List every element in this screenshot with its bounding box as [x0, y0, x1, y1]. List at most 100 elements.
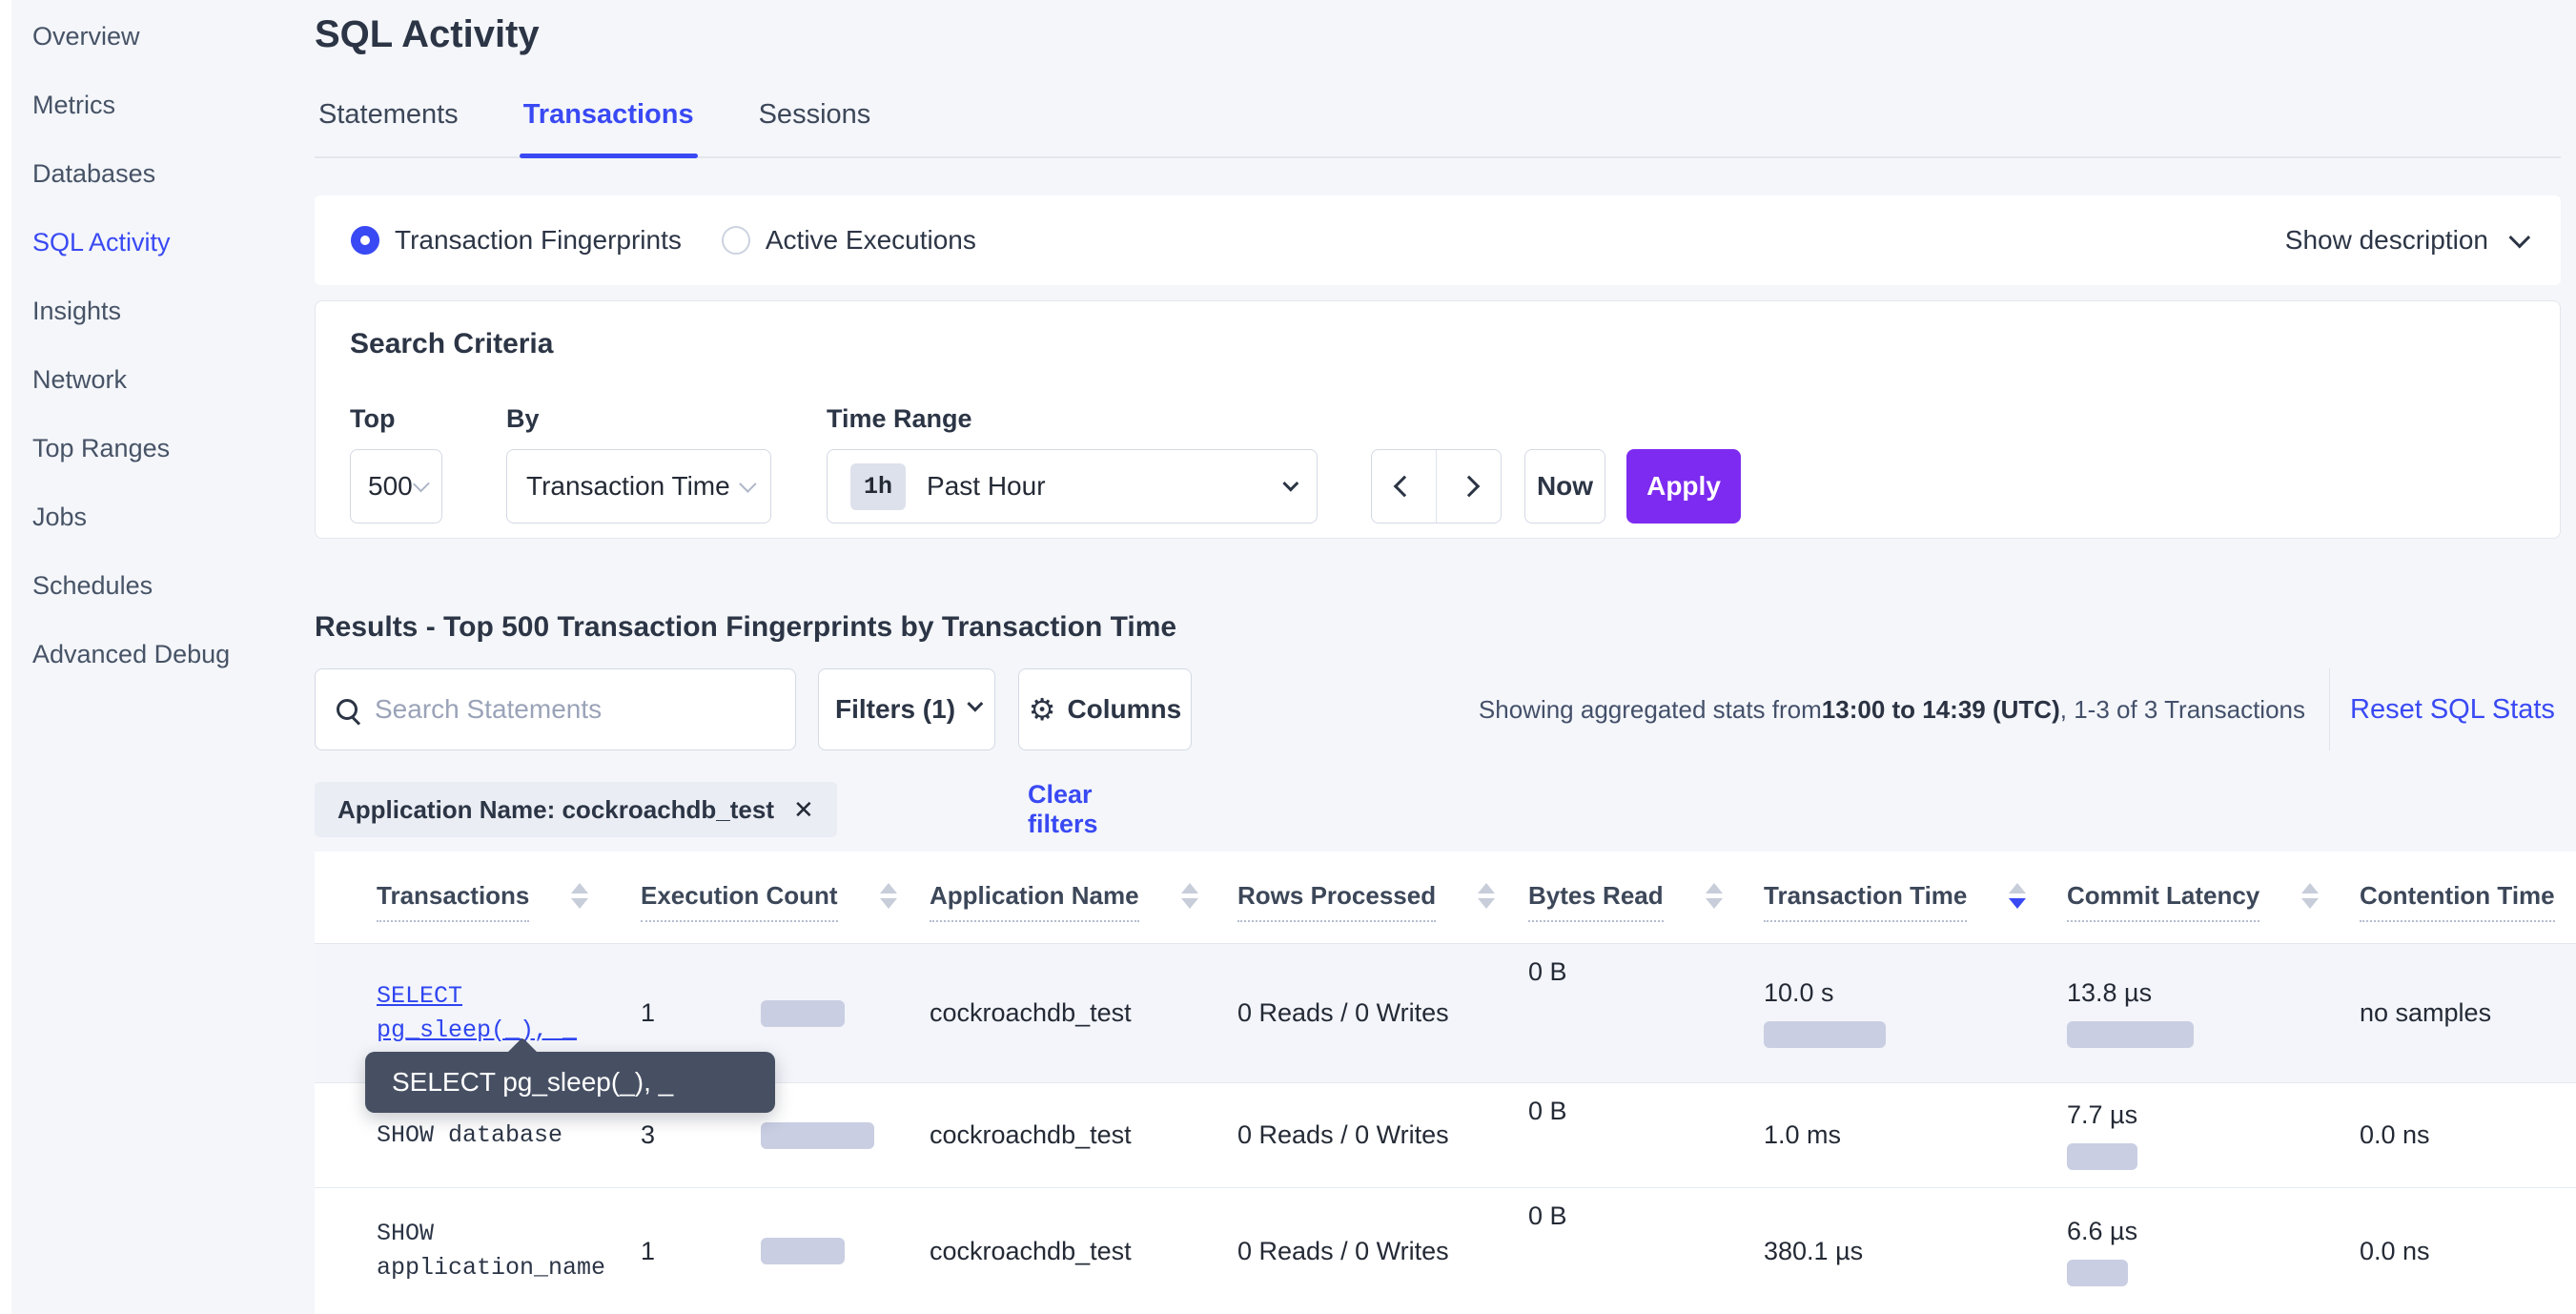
column-header-transactions[interactable]: Transactions: [377, 881, 641, 943]
sort-icon[interactable]: [1706, 883, 1723, 909]
tab-statements[interactable]: Statements: [315, 99, 462, 156]
commit-latency-bar: [2067, 1021, 2194, 1048]
application-name-cell: cockroachdb_test: [930, 998, 1237, 1028]
chevron-left-icon: [1393, 476, 1415, 498]
rows-processed-cell: 0 Reads / 0 Writes: [1237, 1120, 1528, 1150]
results-controls-row: Filters (1) ⚙ Columns Showing aggregated…: [315, 668, 2561, 750]
contention-time-cell: 0.0 ns: [2360, 1237, 2576, 1266]
chevron-down-icon: [2509, 227, 2531, 249]
execution-count-bar: [761, 1122, 874, 1149]
execution-count-cell: 1: [641, 998, 930, 1028]
execution-count-bar: [761, 1000, 845, 1027]
commit-latency-value: 13.8 µs: [2067, 978, 2331, 1008]
sidebar-item-advanced-debug[interactable]: Advanced Debug: [11, 620, 286, 688]
columns-label: Columns: [1067, 694, 1181, 725]
column-header-rows-processed[interactable]: Rows Processed: [1237, 881, 1528, 943]
aggregated-stats-text: Showing aggregated stats from 13:00 to 1…: [1479, 668, 2305, 750]
top-label: Top: [350, 404, 442, 434]
sidebar-item-databases[interactable]: Databases: [11, 139, 286, 208]
filter-chip-row: Application Name: cockroachdb_test ✕ Cle…: [315, 782, 837, 837]
sidebar-item-sql-activity[interactable]: SQL Activity: [11, 208, 286, 277]
stats-range: 13:00 to 14:39 (UTC): [1822, 695, 2060, 725]
column-label: Contention Time: [2360, 881, 2555, 922]
execution-count-cell: 1: [641, 1237, 930, 1266]
apply-button[interactable]: Apply: [1626, 449, 1741, 524]
clear-filters-link[interactable]: Clear filters: [1028, 780, 1098, 839]
sort-icon[interactable]: [1478, 883, 1495, 909]
table-header-row: Transactions Execution Count Application…: [315, 852, 2576, 944]
table-row: SHOW application_name 1 cockroachdb_test…: [315, 1188, 2576, 1314]
time-range-value: Past Hour: [927, 471, 1046, 502]
sort-icon[interactable]: [880, 883, 897, 909]
chevron-down-icon: [967, 696, 983, 712]
search-box: [315, 668, 796, 750]
search-criteria-heading: Search Criteria: [350, 328, 2525, 360]
page-title: SQL Activity: [315, 13, 540, 56]
by-field-group: By Transaction Time: [506, 404, 771, 524]
radio-active-executions[interactable]: Active Executions: [722, 225, 976, 256]
main-content: SQL Activity Statements Transactions Ses…: [315, 0, 2561, 1314]
filters-label: Filters (1): [835, 694, 955, 725]
chevron-right-icon: [1458, 476, 1480, 498]
radio-unselected-icon[interactable]: [722, 226, 750, 255]
columns-button[interactable]: ⚙ Columns: [1018, 668, 1192, 750]
search-icon: [337, 699, 358, 720]
column-label: Rows Processed: [1237, 881, 1436, 922]
tab-sessions[interactable]: Sessions: [755, 99, 875, 156]
column-header-contention-time[interactable]: Contention Time: [2360, 881, 2576, 943]
reset-sql-stats-link[interactable]: Reset SQL Stats: [2350, 668, 2555, 750]
time-range-select[interactable]: 1h Past Hour: [827, 449, 1318, 524]
now-button[interactable]: Now: [1524, 449, 1605, 524]
previous-time-range-button[interactable]: [1372, 450, 1437, 523]
results-heading: Results - Top 500 Transaction Fingerprin…: [315, 611, 1176, 644]
show-description-toggle[interactable]: Show description: [2285, 225, 2525, 256]
filters-button[interactable]: Filters (1): [818, 668, 995, 750]
column-header-commit-latency[interactable]: Commit Latency: [2067, 881, 2360, 943]
sort-icon[interactable]: [1181, 883, 1198, 909]
execution-count-value: 1: [641, 1237, 761, 1266]
top-select[interactable]: 500: [350, 449, 442, 524]
sidebar-item-metrics[interactable]: Metrics: [11, 71, 286, 139]
column-header-transaction-time[interactable]: Transaction Time: [1764, 881, 2067, 943]
bytes-read-cell: 0 B: [1528, 1083, 1764, 1126]
sort-icon[interactable]: [571, 883, 588, 909]
search-input[interactable]: [375, 694, 774, 725]
contention-time-cell: 0.0 ns: [2360, 1120, 2576, 1150]
column-header-execution-count[interactable]: Execution Count: [641, 881, 930, 943]
commit-latency-cell: 6.6 µs: [2067, 1217, 2360, 1286]
view-mode-card: Transaction Fingerprints Active Executio…: [315, 195, 2561, 285]
sidebar-item-top-ranges[interactable]: Top Ranges: [11, 414, 286, 482]
rows-processed-cell: 0 Reads / 0 Writes: [1237, 998, 1528, 1028]
column-label: Transaction Time: [1764, 881, 1967, 922]
radio-transaction-fingerprints[interactable]: Transaction Fingerprints: [351, 225, 682, 256]
remove-filter-icon[interactable]: ✕: [793, 795, 814, 825]
commit-latency-cell: 13.8 µs: [2067, 978, 2360, 1048]
tab-transactions[interactable]: Transactions: [520, 99, 698, 156]
sidebar-item-network[interactable]: Network: [11, 345, 286, 414]
sidebar-item-schedules[interactable]: Schedules: [11, 551, 286, 620]
transaction-time-bar: [1764, 1021, 1886, 1048]
transaction-fingerprint-link[interactable]: SELECT pg_sleep(_), _: [377, 979, 641, 1048]
sidebar-item-overview[interactable]: Overview: [11, 2, 286, 71]
transaction-fingerprint-link[interactable]: SHOW database: [377, 1119, 641, 1153]
next-time-range-button[interactable]: [1437, 450, 1501, 523]
time-range-field-group: Time Range 1h Past Hour: [827, 404, 1318, 524]
execution-count-value: 3: [641, 1120, 761, 1150]
sidebar: Overview Metrics Databases SQL Activity …: [11, 2, 286, 688]
sidebar-item-jobs[interactable]: Jobs: [11, 482, 286, 551]
transaction-time-cell: 380.1 µs: [1764, 1237, 2067, 1266]
bytes-read-cell: 0 B: [1528, 944, 1764, 987]
sidebar-item-insights[interactable]: Insights: [11, 277, 286, 345]
radio-selected-icon[interactable]: [351, 226, 379, 255]
column-header-bytes-read[interactable]: Bytes Read: [1528, 881, 1764, 943]
sort-icon[interactable]: [2301, 883, 2319, 909]
column-label: Bytes Read: [1528, 881, 1664, 922]
sort-icon-active-desc[interactable]: [2009, 883, 2026, 909]
column-label: Transactions: [377, 881, 529, 922]
stats-prefix: Showing aggregated stats from: [1479, 695, 1822, 725]
transaction-fingerprint-link[interactable]: SHOW application_name: [377, 1217, 641, 1285]
filter-chip-label: Application Name: cockroachdb_test: [337, 795, 774, 825]
column-header-application-name[interactable]: Application Name: [930, 881, 1237, 943]
statement-tooltip: SELECT pg_sleep(_), _: [365, 1052, 775, 1113]
by-select[interactable]: Transaction Time: [506, 449, 771, 524]
